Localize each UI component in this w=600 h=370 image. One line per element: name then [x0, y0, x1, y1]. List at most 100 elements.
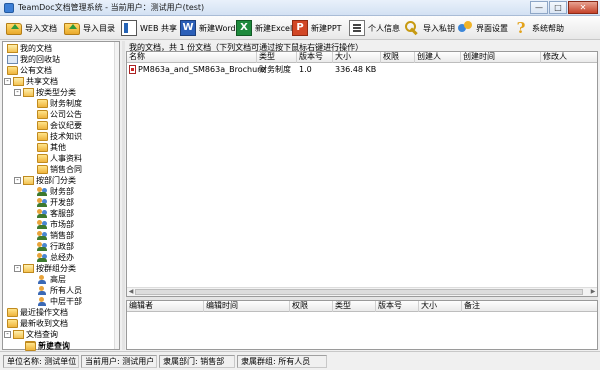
user-icon — [37, 297, 48, 306]
status-group: 隶属群组: 所有人员 — [237, 355, 327, 368]
folder-icon — [37, 165, 48, 174]
folder-icon — [37, 110, 48, 119]
column-header[interactable]: 版本号 — [297, 52, 333, 63]
group-icon — [37, 231, 48, 240]
group-icon — [37, 209, 48, 218]
folder-icon — [37, 99, 48, 108]
tree-item-type[interactable]: 销售合同 — [37, 164, 82, 175]
close-button[interactable]: ✕ — [568, 1, 598, 14]
collapse-icon[interactable]: - — [14, 177, 21, 184]
column-header[interactable]: 权限 — [290, 301, 333, 312]
column-header[interactable]: 大小 — [333, 52, 381, 63]
profile-button[interactable]: 个人信息 — [349, 18, 400, 38]
collapse-icon[interactable]: - — [14, 265, 21, 272]
tree-item-by-type[interactable]: - 按类型分类 — [14, 87, 76, 98]
tree-item-by-group[interactable]: - 按群组分类 — [14, 263, 76, 274]
vertical-splitter[interactable] — [122, 41, 125, 350]
title-bar: TeamDoc文档管理系统 - 当前用户：测试用户(test) — □ ✕ — [0, 0, 600, 16]
powerpoint-icon: P — [292, 20, 308, 36]
tree-item-recent-docs[interactable]: 最近操作文档 — [7, 307, 68, 318]
window-title: TeamDoc文档管理系统 - 当前用户：测试用户(test) — [18, 3, 205, 12]
collapse-icon[interactable]: - — [4, 331, 11, 338]
new-excel-button[interactable]: X 新建Excel — [236, 18, 292, 38]
group-icon — [37, 220, 48, 229]
folder-import-icon — [6, 23, 22, 35]
tree-item-dept[interactable]: 行政部 — [37, 241, 74, 252]
folder-icon — [23, 176, 34, 185]
tree-item-dept[interactable]: 财务部 — [37, 186, 74, 197]
import-document-button[interactable]: 导入文档 — [6, 18, 57, 38]
tree-item-type[interactable]: 会议纪要 — [37, 120, 82, 131]
doc-name: PM863a_and_SM863a_Brochure — [138, 65, 266, 74]
doc-version: 1.0 — [299, 65, 312, 74]
minimize-button[interactable]: — — [530, 1, 548, 14]
tree-scrollbar[interactable] — [114, 42, 119, 349]
column-header[interactable]: 名称 — [127, 52, 257, 63]
settings-icon — [457, 20, 473, 36]
group-icon — [37, 253, 48, 262]
web-share-button[interactable]: WEB 共享 — [121, 18, 177, 38]
column-header[interactable]: 编辑时间 — [204, 301, 290, 312]
key-icon — [404, 20, 420, 36]
tree-item-type[interactable]: 其他 — [37, 142, 66, 153]
tree-item-recent-received[interactable]: 最新收到文档 — [7, 318, 68, 329]
column-header[interactable]: 类型 — [257, 52, 297, 63]
column-header[interactable]: 大小 — [419, 301, 462, 312]
tree-item-doc-query[interactable]: - 文档查询 — [4, 329, 58, 340]
column-header[interactable]: 版本号 — [376, 301, 419, 312]
column-header[interactable]: 编辑者 — [127, 301, 204, 312]
column-header[interactable]: 类型 — [333, 301, 376, 312]
horizontal-scrollbar[interactable]: ◀ ▶ — [127, 287, 597, 296]
tree-item-dept[interactable]: 开发部 — [37, 197, 74, 208]
import-directory-button[interactable]: 导入目录 — [64, 18, 115, 38]
tree-item-my-docs[interactable]: 我的文档 — [7, 43, 52, 54]
folder-tree: 我的文档 我的回收站 公有文档 - 共享文档 - 按类型分类 财务制度 公司公告… — [2, 41, 120, 350]
import-key-button[interactable]: 导入私钥 — [404, 18, 455, 38]
folder-icon — [13, 77, 24, 86]
document-list-header: 名称 类型 版本号 大小 权限 创建人 创建时间 修改人 — [127, 52, 597, 63]
tree-item-type[interactable]: 公司公告 — [37, 109, 82, 120]
column-header[interactable]: 备注 — [462, 301, 597, 312]
column-header[interactable]: 修改人 — [541, 52, 597, 63]
tree-item-type[interactable]: 技术知识 — [37, 131, 82, 142]
toolbar: 导入文档 导入目录 WEB 共享 W 新建Word X 新建Excel P 新建… — [0, 16, 600, 40]
tree-item-type[interactable]: 人事资料 — [37, 153, 82, 164]
folder-icon — [23, 88, 34, 97]
scrollbar-thumb[interactable] — [135, 289, 583, 295]
ui-settings-button[interactable]: 界面设置 — [457, 18, 508, 38]
new-word-button[interactable]: W 新建Word — [180, 18, 236, 38]
collapse-icon[interactable]: - — [4, 78, 11, 85]
tree-item-dept[interactable]: 市场部 — [37, 219, 74, 230]
maximize-button[interactable]: □ — [549, 1, 567, 14]
scroll-right-icon[interactable]: ▶ — [589, 288, 597, 296]
status-dept: 隶属部门: 销售部 — [159, 355, 235, 368]
tree-item-group[interactable]: 中层干部 — [37, 296, 82, 307]
column-header[interactable]: 权限 — [381, 52, 415, 63]
table-row[interactable]: PM863a_and_SM863a_Brochure 财务制度 1.0 336.… — [127, 64, 597, 76]
group-icon — [37, 187, 48, 196]
tree-item-shared-docs[interactable]: - 共享文档 — [4, 76, 58, 87]
tree-item-dept[interactable]: 客服部 — [37, 208, 74, 219]
tree-item-group[interactable]: 所有人员 — [37, 285, 82, 296]
doc-type: 财务制度 — [259, 65, 291, 74]
tree-item-dept[interactable]: 销售部 — [37, 230, 74, 241]
main-panel: 我的文档，共 1 份文档（下列文档可通过按下鼠标右键进行操作） 名称 类型 版本… — [126, 41, 598, 350]
tree-item-by-dept[interactable]: - 按部门分类 — [14, 175, 76, 186]
document-list: 名称 类型 版本号 大小 权限 创建人 创建时间 修改人 PM863a_and_… — [126, 51, 598, 297]
help-button[interactable]: ? 系统帮助 — [513, 18, 564, 38]
window-controls: — □ ✕ — [529, 1, 598, 14]
tree-item-dept[interactable]: 总经办 — [37, 252, 74, 263]
scroll-left-icon[interactable]: ◀ — [127, 288, 135, 296]
pdf-file-icon — [129, 65, 136, 74]
column-header[interactable]: 创建人 — [415, 52, 461, 63]
tree-item-group[interactable]: 高层 — [37, 274, 66, 285]
tree-item-my-recycle[interactable]: 我的回收站 — [7, 54, 60, 65]
profile-card-icon — [349, 20, 365, 36]
collapse-icon[interactable]: - — [14, 89, 21, 96]
tree-item-public-docs[interactable]: 公有文档 — [7, 65, 52, 76]
column-header[interactable]: 创建时间 — [461, 52, 541, 63]
tree-item-type[interactable]: 财务制度 — [37, 98, 82, 109]
folder-icon — [7, 44, 18, 53]
folder-icon — [25, 342, 36, 351]
new-ppt-button[interactable]: P 新建PPT — [292, 18, 342, 38]
